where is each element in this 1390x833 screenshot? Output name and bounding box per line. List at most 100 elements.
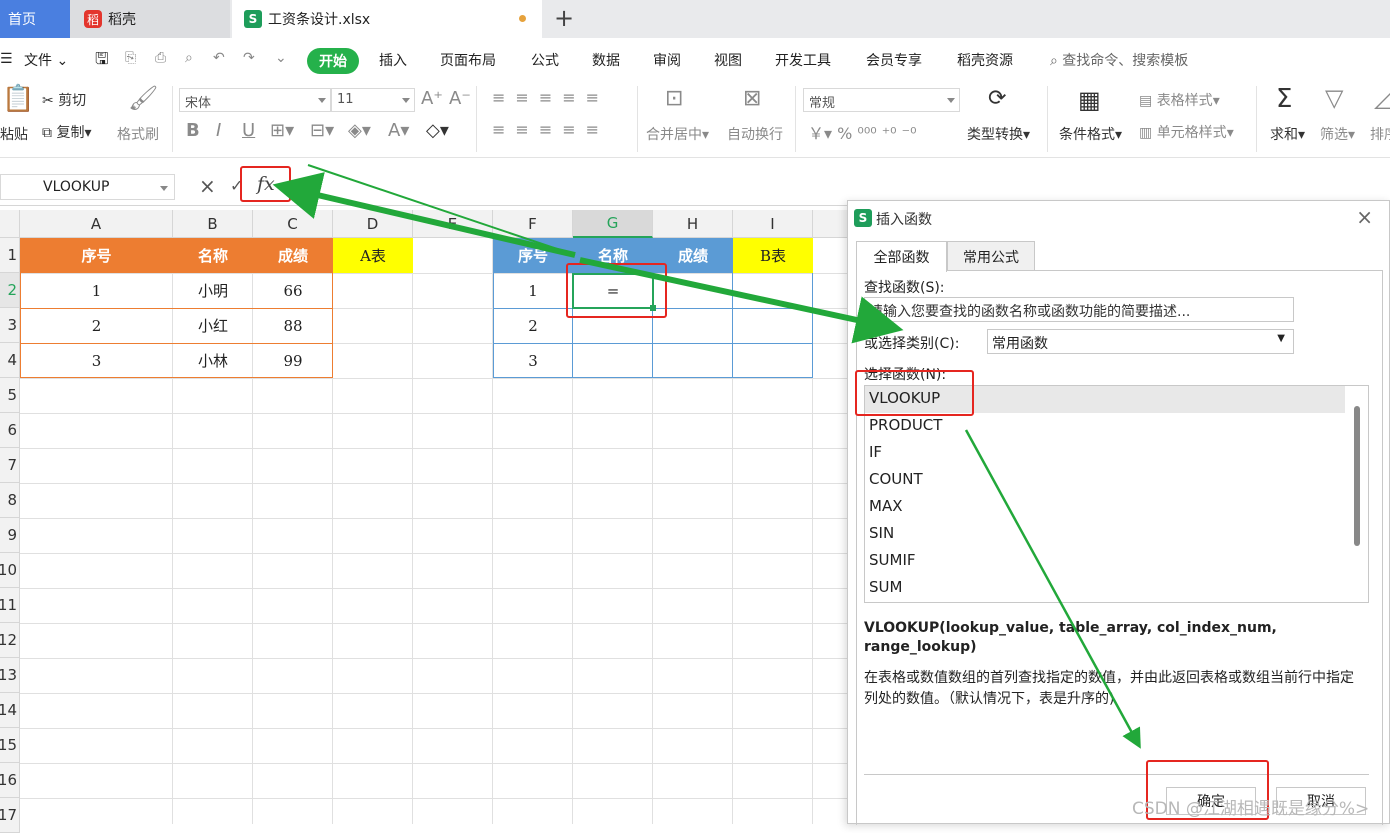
save-icon[interactable]: 🖫: [95, 48, 109, 75]
column-header-active[interactable]: G: [573, 210, 653, 238]
number-format-select[interactable]: 常规: [803, 88, 960, 112]
row-header[interactable]: 14: [0, 693, 20, 728]
undo-icon[interactable]: ↶: [213, 50, 225, 66]
type-convert-button[interactable]: 类型转换▾: [967, 124, 1030, 144]
row-header[interactable]: 7: [0, 448, 20, 483]
align-horizontal-icons[interactable]: ≡≡≡≡≡: [492, 120, 609, 139]
conditional-format-icon[interactable]: ▦: [1078, 86, 1101, 114]
table-a-cell[interactable]: 小林: [173, 343, 253, 378]
menu-developer[interactable]: 开发工具: [775, 50, 831, 70]
column-header[interactable]: B: [173, 210, 253, 238]
convert-icon[interactable]: ⟳: [988, 86, 1006, 111]
row-header[interactable]: 12: [0, 623, 20, 658]
row-header[interactable]: 16: [0, 763, 20, 798]
row-header[interactable]: 6: [0, 413, 20, 448]
function-item[interactable]: SUMIF: [865, 548, 1345, 575]
wrap-icon[interactable]: ⊠: [743, 86, 761, 111]
row-header[interactable]: 13: [0, 658, 20, 693]
copy-button[interactable]: ⧉ 复制▾: [42, 122, 91, 142]
function-item[interactable]: SIN: [865, 521, 1345, 548]
column-header[interactable]: F: [493, 210, 573, 238]
tab-common-formulas[interactable]: 常用公式: [947, 241, 1035, 271]
close-icon[interactable]: ×: [1356, 205, 1373, 229]
table-b-cell[interactable]: 1: [493, 273, 573, 308]
column-header[interactable]: I: [733, 210, 813, 238]
row-header[interactable]: 10: [0, 553, 20, 588]
spreadsheet-grid[interactable]: A B C D E F G H I 1 2 3 4 5 6 7 8 9 10 1…: [0, 210, 850, 833]
formula-input[interactable]: =: [300, 176, 313, 195]
table-a-cell[interactable]: 2: [20, 308, 173, 343]
print-icon[interactable]: ⎙: [155, 50, 166, 66]
menu-view[interactable]: 视图: [714, 50, 742, 70]
select-all-corner[interactable]: [0, 210, 20, 238]
column-header[interactable]: A: [20, 210, 173, 238]
tab-home[interactable]: 首页: [0, 0, 70, 38]
sort-icon[interactable]: ◿: [1374, 84, 1390, 112]
tab-all-functions[interactable]: 全部函数: [856, 241, 947, 272]
align-top-icons[interactable]: ≡≡≡≡≡: [492, 88, 609, 107]
filter-icon[interactable]: ▽: [1325, 84, 1343, 112]
menu-page-layout[interactable]: 页面布局: [440, 50, 496, 70]
table-b-cell[interactable]: 2: [493, 308, 573, 343]
menu-formula[interactable]: 公式: [531, 50, 559, 70]
row-header[interactable]: 9: [0, 518, 20, 553]
table-a-label[interactable]: A表: [333, 238, 413, 273]
menu-daoke-resources[interactable]: 稻壳资源: [957, 50, 1013, 70]
font-family-select[interactable]: 宋体: [179, 88, 331, 112]
table-b-header-id[interactable]: 序号: [493, 238, 573, 273]
table-b-label[interactable]: B表: [733, 238, 813, 273]
function-item[interactable]: PRODUCT: [865, 413, 1345, 440]
merge-icon[interactable]: ⊡: [665, 86, 683, 111]
row-header[interactable]: 15: [0, 728, 20, 763]
format-painter-button[interactable]: 格式刷: [117, 124, 159, 144]
conditional-format-button[interactable]: 条件格式▾: [1059, 124, 1122, 144]
function-item[interactable]: COUNT: [865, 467, 1345, 494]
command-search[interactable]: ⌕ 查找命令、搜索模板: [1050, 50, 1188, 70]
new-tab-button[interactable]: +: [554, 4, 574, 32]
function-item[interactable]: SUM: [865, 575, 1345, 602]
table-a-header-score[interactable]: 成绩: [253, 238, 333, 273]
menu-file[interactable]: 文件 ⌄: [24, 50, 68, 70]
fill-pattern-icon[interactable]: ⊟▾: [310, 120, 334, 141]
filter-button[interactable]: 筛选▾: [1320, 124, 1355, 144]
column-header[interactable]: D: [333, 210, 413, 238]
table-a-header-id[interactable]: 序号: [20, 238, 173, 273]
menu-data[interactable]: 数据: [592, 50, 620, 70]
row-header-active[interactable]: 2: [0, 273, 20, 308]
increase-font-icon[interactable]: A⁺: [421, 88, 443, 109]
cut-button[interactable]: ✂ 剪切: [42, 90, 86, 110]
table-a-cell[interactable]: 小红: [173, 308, 253, 343]
menu-member[interactable]: 会员专享: [866, 50, 922, 70]
format-painter-icon[interactable]: 🖌: [128, 84, 158, 112]
bold-button[interactable]: B: [186, 120, 200, 141]
export-icon[interactable]: ⎘: [125, 50, 136, 66]
sort-button[interactable]: 排序: [1370, 124, 1390, 144]
row-header[interactable]: 11: [0, 588, 20, 623]
column-header[interactable]: [813, 210, 850, 238]
preview-icon[interactable]: ⌕: [185, 50, 193, 66]
function-item[interactable]: IF: [865, 440, 1345, 467]
list-scrollbar[interactable]: [1354, 406, 1360, 546]
table-b-cell[interactable]: 3: [493, 343, 573, 378]
eraser-icon[interactable]: ◇▾: [426, 120, 449, 141]
italic-button[interactable]: I: [216, 120, 221, 141]
merge-center-button[interactable]: 合并居中▾: [646, 124, 709, 144]
column-header[interactable]: E: [413, 210, 493, 238]
paste-icon[interactable]: 📋: [2, 84, 34, 114]
wrap-text-button[interactable]: 自动换行: [727, 124, 783, 144]
table-a-header-name[interactable]: 名称: [173, 238, 253, 273]
row-header[interactable]: 1: [0, 238, 20, 273]
function-search-input[interactable]: 请输入您要查找的函数名称或函数功能的简要描述...: [864, 297, 1294, 322]
row-header[interactable]: 17: [0, 798, 20, 833]
font-size-select[interactable]: 11: [331, 88, 415, 112]
function-item[interactable]: MAX: [865, 494, 1345, 521]
tab-workbook[interactable]: S 工资条设计.xlsx: [232, 0, 542, 38]
paste-button[interactable]: 粘贴: [0, 124, 28, 144]
table-a-cell[interactable]: 66: [253, 273, 333, 308]
border-icon[interactable]: ⊞▾: [270, 120, 294, 141]
table-a-cell[interactable]: 小明: [173, 273, 253, 308]
tab-daoke[interactable]: 稻稻壳: [70, 0, 230, 38]
redo-icon[interactable]: ↷: [243, 50, 255, 66]
row-header[interactable]: 8: [0, 483, 20, 518]
underline-button[interactable]: U: [242, 120, 255, 141]
